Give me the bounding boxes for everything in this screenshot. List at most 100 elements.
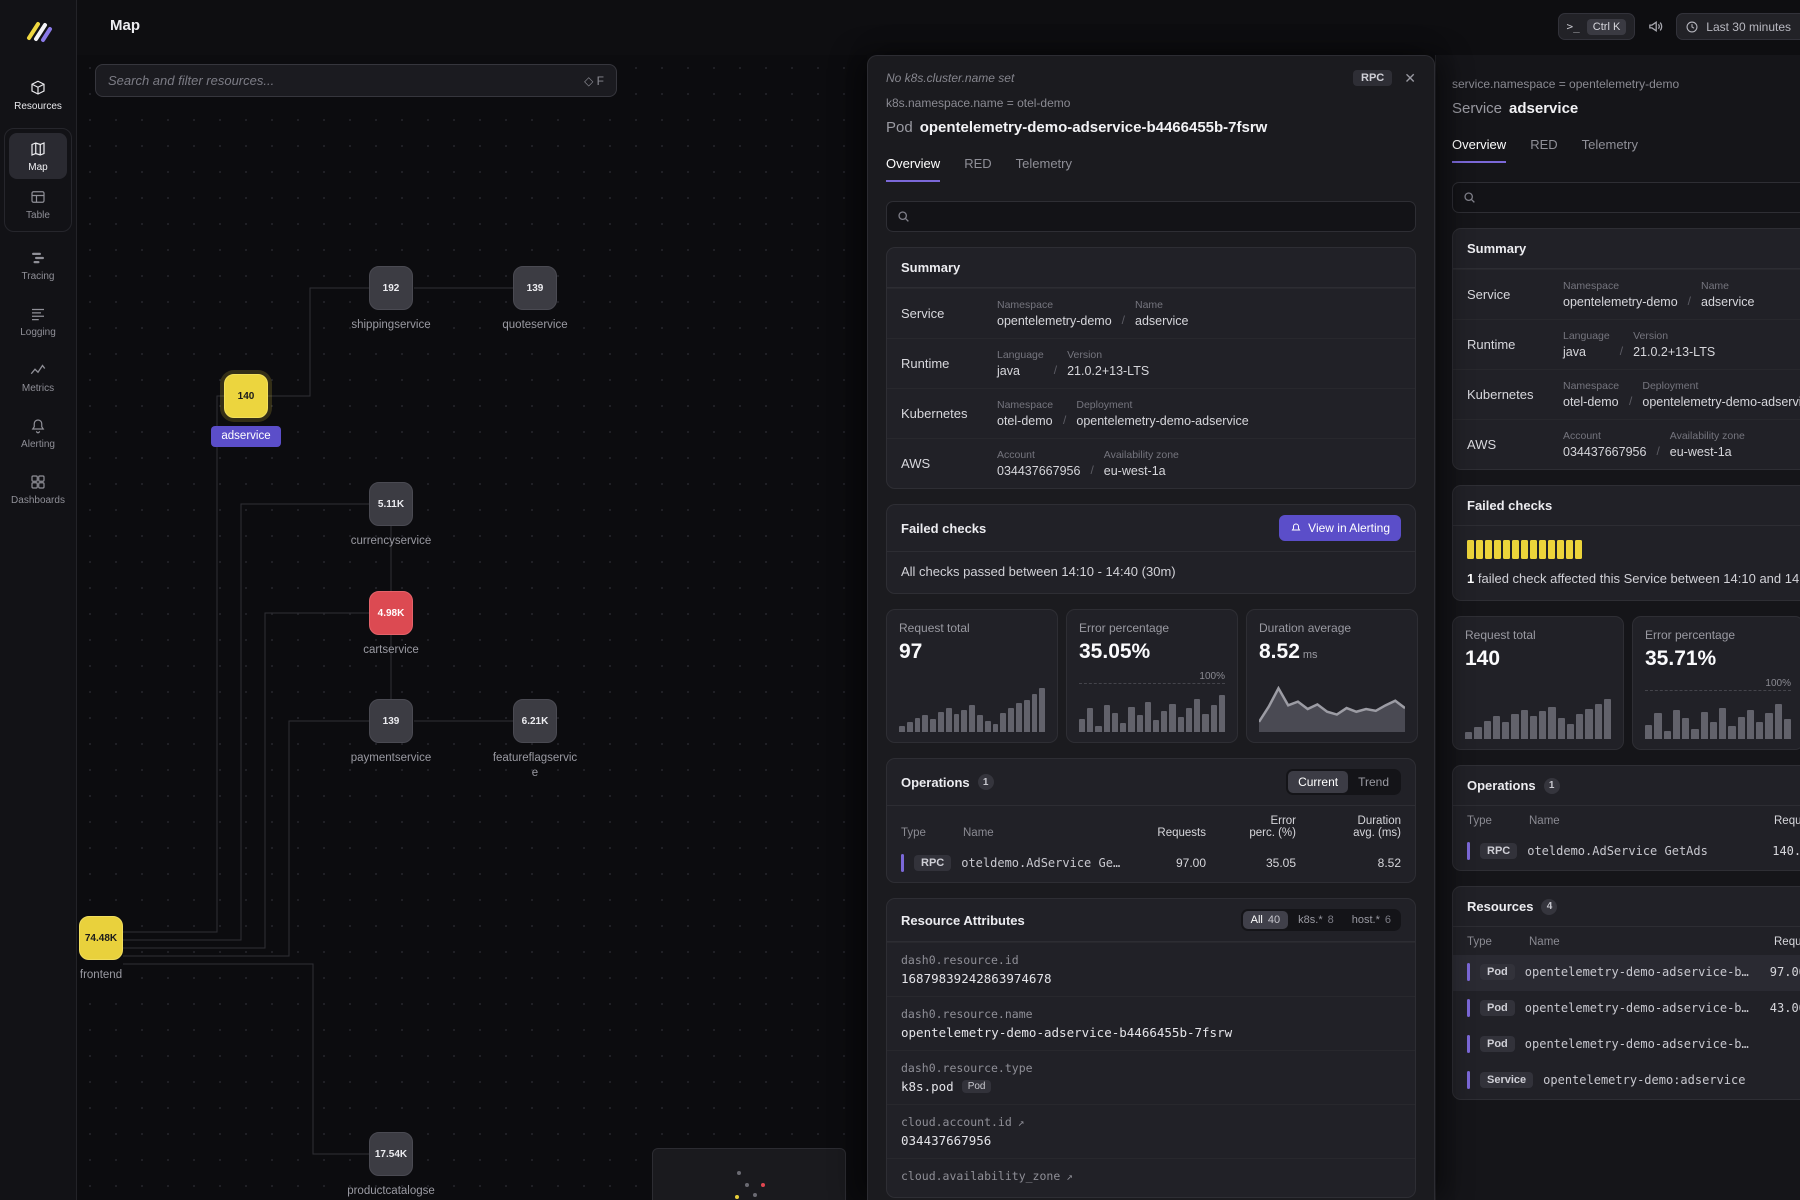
time-range-button[interactable]: Last 30 minutes (1676, 13, 1800, 40)
service-title: Serviceadservice (1452, 100, 1800, 117)
service-panel-search-input[interactable] (1484, 190, 1800, 205)
map-node-label: featureflagservice (490, 751, 580, 781)
sidebar-view-group: Map Table (4, 128, 72, 232)
error-percentage-chart (1079, 686, 1225, 732)
page-title: Map (110, 17, 140, 34)
filter-k8s[interactable]: k8s.*8 (1290, 911, 1342, 929)
rpc-badge: RPC (1353, 70, 1392, 86)
resource-row[interactable]: Pod opentelemetry-demo-adservice-b… (1453, 1027, 1800, 1063)
resource-row[interactable]: Pod opentelemetry-demo-adservice-b… 43.0… (1453, 991, 1800, 1027)
metric-error-percentage[interactable]: Error percentage 35.71% 100% (1632, 616, 1800, 750)
resources-count-badge: 4 (1541, 899, 1557, 915)
error-percentage-chart (1645, 693, 1791, 739)
toggle-trend[interactable]: Trend (1348, 771, 1399, 793)
operations-view-toggle: Current Trend (1286, 769, 1401, 795)
map-node-currencyservice[interactable]: 5.11K (369, 482, 413, 526)
summary-row-service: Service Namespaceopentelemetry-demo / Na… (887, 288, 1415, 338)
service-tabs: Overview RED Telemetry (1452, 137, 1800, 164)
view-in-alerting-button[interactable]: View in Alerting (1279, 515, 1401, 541)
map-node-featureflagservice[interactable]: 6.21K (513, 699, 557, 743)
minimap[interactable] (652, 1148, 846, 1200)
clock-icon (1685, 20, 1699, 34)
service-panel-search[interactable] (1452, 182, 1800, 213)
service-detail-panel: service.namespace = opentelemetry-demo S… (1435, 55, 1800, 1200)
filter-all[interactable]: All40 (1243, 911, 1288, 929)
tab-red[interactable]: RED (1530, 137, 1557, 163)
pod-tabs: Overview RED Telemetry (886, 156, 1416, 183)
toggle-current[interactable]: Current (1288, 771, 1348, 793)
service-metric-cards: Request total 140 Error percentage 35.71… (1452, 616, 1800, 750)
summary-row-kubernetes: Kubernetes Namespaceotel-demo / Deployme… (1453, 369, 1800, 419)
map-node-productcatalogservice[interactable]: 17.54K (369, 1132, 413, 1176)
summary-row-runtime: Runtime Languagejava / Version21.0.2+13-… (887, 338, 1415, 388)
map-node-paymentservice[interactable]: 139 (369, 699, 413, 743)
map-search[interactable]: ◇ F (95, 64, 617, 97)
terminal-icon: >_ (1567, 20, 1580, 33)
map-node-frontend[interactable]: 74.48K (79, 916, 123, 960)
megaphone-icon[interactable] (1647, 18, 1664, 35)
request-total-chart (899, 686, 1045, 732)
metric-request-total[interactable]: Request total 140 (1452, 616, 1624, 750)
command-palette-button[interactable]: >_ Ctrl K (1558, 13, 1636, 40)
dashboards-icon (29, 473, 47, 491)
external-link-icon[interactable]: ↗ (1066, 1170, 1073, 1183)
search-icon (1463, 191, 1476, 204)
sidebar-item-logging[interactable]: Logging (6, 298, 70, 344)
pod-panel-search[interactable] (886, 201, 1416, 232)
sidebar-item-resources[interactable]: Resources (6, 72, 70, 118)
metric-error-percentage[interactable]: Error percentage 35.05% 100% (1066, 609, 1238, 743)
service-map: ◇ F 192 shippingservice 139 quoteservice… (77, 55, 867, 1200)
tab-red[interactable]: RED (964, 156, 991, 182)
pod-operations-card: Operations 1 Current Trend Type Name Req… (886, 758, 1416, 883)
summary-row-runtime: Runtime Languagejava / Version21.0.2+13-… (1453, 319, 1800, 369)
filter-host[interactable]: host.*6 (1344, 911, 1399, 929)
tab-overview[interactable]: Overview (1452, 137, 1506, 163)
map-node-label: cartservice (331, 643, 451, 658)
pod-resource-attributes-card: Resource Attributes All40 k8s.*8 host.*6… (886, 898, 1416, 1198)
failed-checks-message: 1 failed check affected this Service bet… (1453, 559, 1800, 600)
operation-row[interactable]: RPC oteldemo.AdService GetAds 97.00 35.0… (887, 846, 1415, 882)
failed-checks-message: All checks passed between 14:10 - 14:40 … (887, 552, 1415, 593)
external-link-icon[interactable]: ↗ (1018, 1116, 1025, 1129)
bell-icon (1290, 522, 1302, 534)
table-icon (29, 188, 47, 206)
sidebar-item-dashboards[interactable]: Dashboards (6, 466, 70, 512)
map-node-quoteservice[interactable]: 139 (513, 266, 557, 310)
tab-telemetry[interactable]: Telemetry (1016, 156, 1072, 182)
sidebar-item-map[interactable]: Map (9, 133, 67, 179)
close-icon[interactable]: ✕ (1404, 71, 1416, 85)
attribute-row: dash0.resource.name opentelemetry-demo-a… (887, 996, 1415, 1050)
request-total-chart (1465, 693, 1611, 739)
attribute-filters: All40 k8s.*8 host.*6 (1241, 909, 1401, 931)
tracing-icon (29, 249, 47, 267)
sidebar-item-tracing[interactable]: Tracing (6, 242, 70, 288)
metrics-icon (29, 361, 47, 379)
metric-duration-average[interactable]: Duration average 8.52ms (1246, 609, 1418, 743)
map-node-cartservice[interactable]: 4.98K (369, 591, 413, 635)
map-node-adservice[interactable]: 140 (224, 374, 268, 418)
map-icon (29, 140, 47, 158)
app-logo[interactable] (23, 16, 53, 46)
failed-checks-blocks (1453, 526, 1800, 559)
sidebar-item-table[interactable]: Table (9, 181, 67, 227)
tab-overview[interactable]: Overview (886, 156, 940, 182)
resource-row[interactable]: Pod opentelemetry-demo-adservice-b… 97.0… (1453, 955, 1800, 991)
metric-request-total[interactable]: Request total 97 (886, 609, 1058, 743)
tab-telemetry[interactable]: Telemetry (1582, 137, 1638, 163)
sidebar-item-metrics[interactable]: Metrics (6, 354, 70, 400)
map-search-input[interactable] (108, 73, 584, 88)
duration-average-chart (1259, 686, 1405, 732)
map-edges (77, 55, 867, 1200)
pod-panel-search-input[interactable] (918, 209, 1405, 224)
summary-row-aws: AWS Account034437667956 / Availability z… (1453, 419, 1800, 469)
pod-metric-cards: Request total 97 Error percentage 35.05%… (886, 609, 1416, 743)
sidebar-item-alerting[interactable]: Alerting (6, 410, 70, 456)
cluster-note: No k8s.cluster.name set (886, 71, 1014, 85)
attribute-row: cloud.account.id↗ 034437667956 (887, 1104, 1415, 1158)
resource-row[interactable]: Service opentelemetry-demo:adservice (1453, 1063, 1800, 1099)
operation-row[interactable]: RPC oteldemo.AdService GetAds 140.00 (1453, 834, 1800, 870)
map-node-shippingservice[interactable]: 192 (369, 266, 413, 310)
cube-icon (29, 79, 47, 97)
search-icon (897, 210, 910, 223)
operations-count-badge: 1 (1544, 778, 1560, 794)
